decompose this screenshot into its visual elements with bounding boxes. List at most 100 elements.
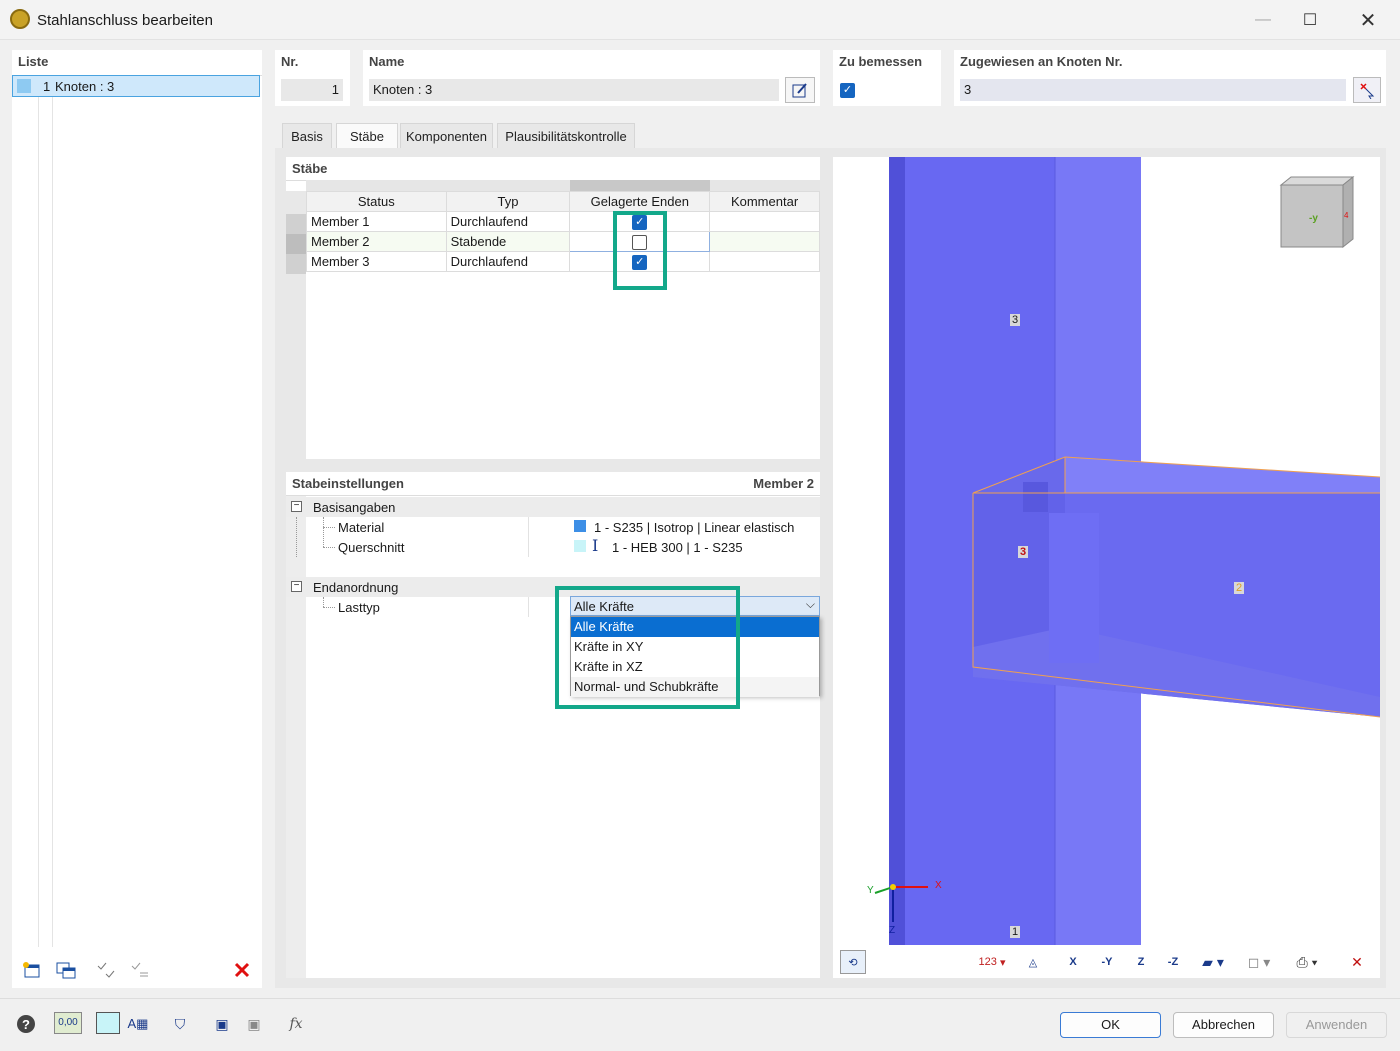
member-1-label: 1	[1010, 926, 1021, 938]
members-section: Stäbe Status Typ Gelagerte Enden Komment…	[286, 157, 820, 459]
view-neg-z-icon[interactable]: -Z	[1160, 950, 1186, 974]
name-panel: Name Knoten : 3	[363, 50, 820, 106]
apply-button[interactable]: Anwenden	[1286, 1012, 1387, 1038]
design-checkbox[interactable]: ✓	[840, 83, 855, 98]
list-item[interactable]: 1 Knoten : 3	[12, 75, 260, 97]
col-status: Status	[306, 191, 447, 212]
members-section-title: Stäbe	[292, 161, 328, 176]
3d-viewport[interactable]: -y 4 3 3 2 1 X Y Z	[833, 157, 1380, 978]
members-table: Status Typ Gelagerte Enden Kommentar Mem…	[306, 191, 820, 272]
table-row[interactable]: Member 1 Durchlaufend ✓	[306, 211, 820, 232]
basis-group-label: Basisangaben	[313, 500, 396, 515]
title-bar: Stahlanschluss bearbeiten — ☐ ✕	[0, 0, 1400, 40]
section-label: Querschnitt	[338, 540, 405, 555]
member-settings-title: Stabeinstellungen	[292, 476, 404, 491]
pick-node-button[interactable]	[1353, 77, 1381, 103]
tab-komponenten[interactable]: Komponenten	[400, 123, 493, 149]
table-row[interactable]: Member 2 Stabende	[306, 231, 820, 252]
collapse-icon[interactable]: −	[291, 501, 302, 512]
view-x-icon[interactable]: X	[1060, 950, 1086, 974]
section-value[interactable]: 1 - HEB 300 | 1 - S235	[612, 540, 743, 555]
list-item-number: 1	[43, 79, 51, 94]
view-icon[interactable]: ⛉	[166, 1012, 194, 1036]
member-typ: Durchlaufend	[445, 211, 571, 232]
tab-basis[interactable]: Basis	[282, 123, 332, 149]
member-typ: Stabende	[445, 231, 571, 252]
axis-z-label: Z	[889, 925, 896, 936]
reset-view-icon[interactable]: ✕	[1344, 950, 1370, 974]
member-status: Member 3	[306, 251, 447, 272]
numbering-icon[interactable]: 123 ▾	[970, 950, 1014, 974]
design-label: Zu bemessen	[839, 54, 923, 69]
list-item-color	[17, 79, 31, 93]
render-mode-icon[interactable]: ▰ ▾	[1192, 950, 1234, 974]
highlight-box	[613, 211, 667, 290]
text-style-icon[interactable]: A▦	[124, 1012, 152, 1036]
col-supported-ends: Gelagerte Enden	[569, 191, 711, 212]
view-neg-y-icon[interactable]: -Y	[1094, 950, 1120, 974]
svg-text:?: ?	[22, 1017, 30, 1032]
color-icon[interactable]	[96, 1012, 120, 1034]
help-icon[interactable]: ?	[12, 1012, 40, 1036]
view-cube-y-label[interactable]: -y	[1309, 213, 1318, 224]
window-title: Stahlanschluss bearbeiten	[37, 12, 213, 29]
chevron-down-icon[interactable]: ⌵	[806, 597, 815, 612]
section-color-swatch	[574, 540, 586, 552]
view-z-label: Z	[1137, 956, 1145, 968]
member-comment[interactable]	[709, 251, 820, 272]
member-settings-section: Stabeinstellungen Member 2 − Basisangabe…	[286, 472, 820, 978]
copy-item-icon[interactable]	[52, 958, 80, 982]
node-3-label: 3	[1018, 546, 1029, 558]
view-cube-side-label[interactable]: 4	[1344, 211, 1348, 220]
col-comment: Kommentar	[709, 191, 820, 212]
assigned-label: Zugewiesen an Knoten Nr.	[960, 54, 1123, 69]
formula-icon[interactable]: fx	[282, 1012, 310, 1036]
view-neg-z-label: -Z	[1167, 956, 1179, 968]
member-status: Member 2	[306, 231, 447, 252]
basis-group-row[interactable]: − Basisangaben	[286, 497, 820, 517]
save-template-icon[interactable]: ▣	[208, 1012, 236, 1036]
col-typ: Typ	[445, 191, 571, 212]
collapse-icon[interactable]: −	[291, 581, 302, 592]
nr-label: Nr.	[281, 54, 299, 69]
member-2-label: 2	[1234, 582, 1245, 594]
name-field[interactable]: Knoten : 3	[369, 79, 779, 101]
edit-name-button[interactable]	[785, 77, 815, 103]
ok-button[interactable]: OK	[1060, 1012, 1161, 1038]
toggle-check-icon[interactable]	[126, 958, 154, 982]
delete-icon[interactable]	[228, 958, 256, 982]
display-settings-icon[interactable]: ◬	[1020, 950, 1046, 974]
cancel-button[interactable]: Abbrechen	[1173, 1012, 1274, 1038]
print-icon[interactable]: ⎙ ▾	[1286, 950, 1328, 974]
nr-panel: Nr. 1	[275, 50, 350, 106]
tab-plausibilitaet[interactable]: Plausibilitätskontrolle	[497, 123, 635, 149]
member-comment[interactable]	[709, 211, 820, 232]
app-icon	[10, 9, 30, 29]
view-x-label: X	[1069, 956, 1077, 968]
view-neg-y-label: -Y	[1101, 956, 1113, 968]
material-value[interactable]: 1 - S235 | Isotrop | Linear elastisch	[594, 520, 794, 535]
member-comment[interactable]	[709, 231, 820, 252]
number-format-icon[interactable]: 0,00	[54, 1012, 82, 1034]
load-template-icon[interactable]: ▣	[240, 1012, 268, 1036]
member-status: Member 1	[306, 211, 447, 232]
member-settings-member: Member 2	[753, 476, 814, 491]
member-3-label: 3	[1010, 314, 1021, 326]
maximize-button[interactable]: ☐	[1287, 0, 1333, 40]
view-z-icon[interactable]: Z	[1128, 950, 1154, 974]
close-button[interactable]: ✕	[1345, 0, 1391, 40]
minimize-button[interactable]: —	[1240, 0, 1286, 40]
list-panel: Liste 1 Knoten : 3	[12, 50, 262, 988]
axis-x-label: X	[935, 880, 942, 891]
member-typ: Durchlaufend	[445, 251, 571, 272]
sync-view-icon[interactable]: ⟲	[840, 950, 866, 974]
table-row[interactable]: Member 3 Durchlaufend ✓	[306, 251, 820, 272]
i-beam-icon: I	[592, 536, 599, 555]
box-view-icon[interactable]: ◻ ▾	[1238, 950, 1280, 974]
check-all-icon[interactable]	[92, 958, 120, 982]
pick-cursor-icon	[1360, 83, 1375, 99]
assigned-node-field[interactable]: 3	[960, 79, 1346, 101]
tab-staebe[interactable]: Stäbe	[336, 123, 398, 149]
new-item-icon[interactable]	[18, 958, 46, 982]
pencil-icon	[792, 83, 807, 98]
